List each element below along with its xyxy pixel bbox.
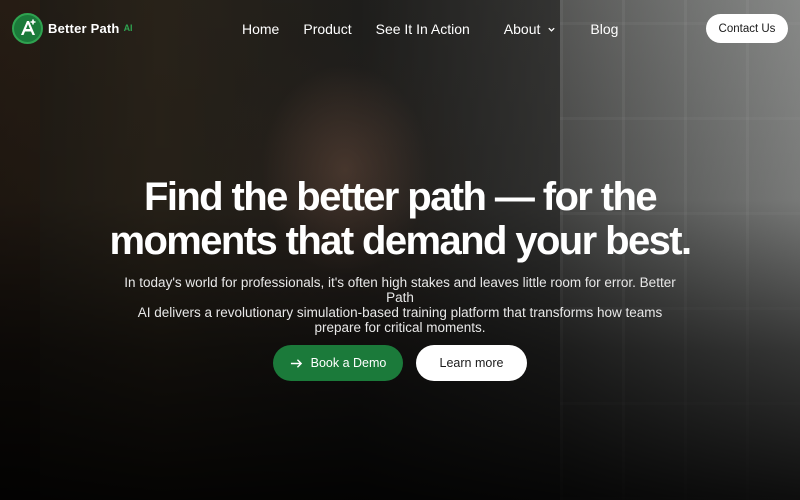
logo-icon — [12, 12, 43, 44]
hero-subtext: In today's world for professionals, it's… — [115, 275, 685, 335]
hero-subtext-line-1: In today's world for professionals, it's… — [124, 275, 676, 305]
nav-item-product[interactable]: Product — [303, 21, 351, 37]
letter-a-plus-icon — [20, 19, 35, 35]
brand-suffix: AI — [123, 23, 133, 33]
brand-logo[interactable]: Better Path AI — [12, 12, 133, 44]
hero-headline: Find the better path — for the moments t… — [100, 175, 700, 263]
brand-name: Better Path — [48, 20, 120, 36]
nav-item-about-label: About — [503, 21, 541, 37]
arrow-right-icon — [290, 358, 302, 368]
learn-more-button[interactable]: Learn more — [416, 345, 527, 381]
main-menu: Home Product See It In Action About Blog — [242, 20, 618, 38]
hero-headline-line-1: Find the better path — for the — [144, 175, 658, 219]
hero-headline-line-2: moments that demand your best. — [109, 219, 693, 263]
nav-item-blog[interactable]: Blog — [590, 21, 618, 37]
nav-item-about[interactable]: About — [504, 21, 557, 37]
nav-item-home[interactable]: Home — [242, 21, 279, 37]
hero-subtext-line-2: AI delivers a revolutionary simulation-b… — [137, 305, 663, 320]
hero-subtext-line-3: prepare for critical moments. — [314, 320, 486, 335]
top-nav: Better Path AI Home Product See It In Ac… — [0, 0, 800, 56]
book-demo-button[interactable]: Book a Demo — [273, 345, 403, 381]
book-demo-label: Book a Demo — [310, 356, 387, 370]
contact-us-button[interactable]: Contact Us — [706, 14, 788, 43]
learn-more-label: Learn more — [439, 356, 504, 370]
nav-item-see-it-in-action[interactable]: See It In Action — [376, 21, 470, 37]
chevron-down-icon — [548, 27, 556, 32]
